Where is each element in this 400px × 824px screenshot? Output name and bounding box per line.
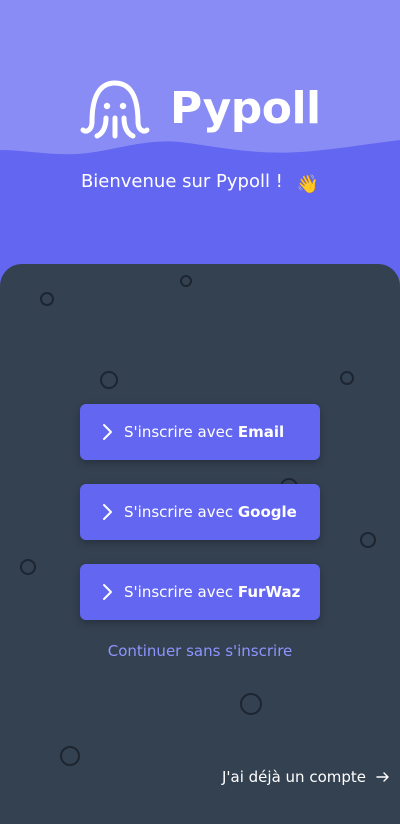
signup-email-button[interactable]: S'inscrire avec Email [80,404,320,460]
bubble-decoration [240,693,262,715]
brand-name: Pypoll [170,83,321,134]
signup-email-label: S'inscrire avec Email [124,423,284,441]
waving-hand-icon: 👋 [296,174,320,195]
bubble-decoration [20,559,36,575]
bubble-decoration [60,746,80,766]
bubble-decoration [340,371,354,385]
welcome-text: Bienvenue sur Pypoll ! [80,171,283,192]
signup-google-button[interactable]: S'inscrire avec Google [80,484,320,540]
bubble-decoration [40,292,54,306]
continue-without-signup-link[interactable]: Continuer sans s'inscrire [0,642,400,660]
signup-panel: S'inscrire avec Email S'inscrire avec Go… [0,264,400,824]
chevron-right-icon [103,424,112,440]
chevron-right-icon [103,504,112,520]
signup-google-label: S'inscrire avec Google [124,503,297,521]
signup-furwaz-label: S'inscrire avec FurWaz [124,583,300,601]
provider-name: Google [237,503,297,521]
bubble-decoration [360,532,376,548]
already-have-account-label: J'ai déjà un compte [221,768,366,786]
bubble-decoration [100,371,118,389]
header: Pypoll Bienvenue sur Pypoll ! 👋 [0,0,400,300]
provider-name: Email [237,423,285,441]
arrow-right-icon [376,772,389,782]
brand: Pypoll [80,78,321,140]
chevron-right-icon [103,584,112,600]
octopus-logo-icon [80,80,150,139]
welcome-message: Bienvenue sur Pypoll ! 👋 [0,168,400,199]
signup-prefix: S'inscrire avec [124,423,238,441]
signup-prefix: S'inscrire avec [124,503,238,521]
header-background [0,0,400,300]
signup-prefix: S'inscrire avec [124,583,238,601]
signup-furwaz-button[interactable]: S'inscrire avec FurWaz [80,564,320,620]
already-have-account-link[interactable]: J'ai déjà un compte [222,768,390,786]
provider-name: FurWaz [237,583,301,601]
bubble-decoration [180,275,192,287]
